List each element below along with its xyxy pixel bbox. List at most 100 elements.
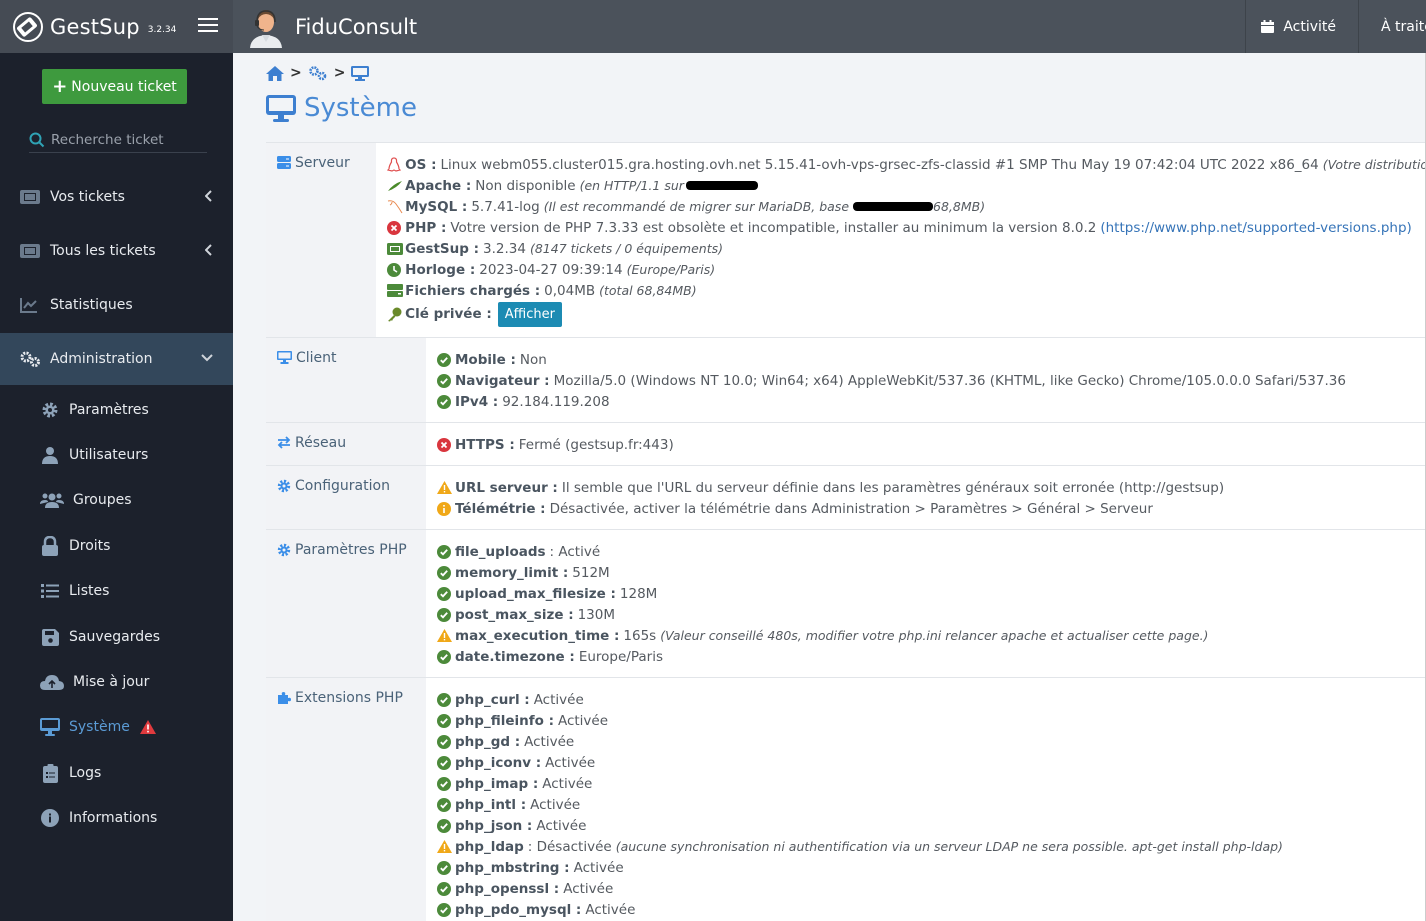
sidebar-item-informations[interactable]: Informations (0, 796, 233, 840)
status-key: Télémétrie : (455, 500, 546, 517)
system-info-panel: Serveur OS : Linux webm055.cluster015.gr… (266, 142, 1425, 921)
status-key: upload_max_filesize : (455, 585, 616, 602)
check-circle-icon (437, 544, 455, 559)
clock-icon (387, 262, 405, 277)
users-icon (40, 492, 64, 508)
status-line: php_pdo_mysql : Activée (437, 899, 1425, 920)
check-circle-icon (437, 373, 455, 388)
sidebar-item-parametres[interactable]: Paramètres (0, 388, 233, 432)
search-ticket (29, 127, 207, 153)
status-key: php_json : (455, 817, 533, 834)
breadcrumb: > > (266, 65, 370, 81)
check-circle-icon (437, 818, 455, 833)
status-value: Activée (545, 754, 596, 771)
status-value: Activée (563, 880, 614, 897)
search-icon (29, 132, 45, 147)
sidebar-item-utilisateurs[interactable]: Utilisateurs (0, 433, 233, 477)
activity-label: Activité (1283, 18, 1336, 35)
organization-name: FiduConsult (295, 14, 418, 39)
check-circle-icon (437, 860, 455, 875)
sidebar-item-vos-tickets[interactable]: Vos tickets (0, 171, 233, 223)
status-key: php_gd : (455, 733, 521, 750)
sidebar-item-groupes[interactable]: Groupes (0, 478, 233, 522)
status-key: Navigateur : (455, 372, 550, 389)
php-supported-versions-link[interactable]: (https://www.php.net/supported-versions.… (1100, 220, 1411, 236)
menu-toggle-button[interactable] (198, 14, 218, 34)
lock-icon (40, 536, 60, 556)
breadcrumb-separator: > (333, 65, 346, 81)
section-configuration: Configuration URL serveur : Il semble que… (266, 466, 1425, 530)
status-line: php_intl : Activée (437, 794, 1425, 815)
plus-icon: + (52, 76, 68, 97)
status-note: (aucune synchronisation ni authentificat… (615, 839, 1283, 854)
status-value: Fermé (gestsup.fr:443) (518, 436, 674, 453)
sidebar-item-administration[interactable]: Administration (0, 333, 233, 385)
status-line: max_execution_time :165s (Valeur conseill… (437, 625, 1425, 646)
home-icon[interactable] (266, 65, 284, 81)
search-ticket-input[interactable] (51, 131, 201, 148)
check-circle-icon (437, 713, 455, 728)
user-icon (40, 446, 60, 464)
check-circle-icon (437, 881, 455, 896)
chart-line-icon (20, 297, 42, 313)
ticket-icon (387, 242, 405, 255)
status-key: post_max_size : (455, 606, 574, 623)
sidebar-item-droits[interactable]: Droits (0, 524, 233, 568)
check-circle-icon (437, 649, 455, 664)
check-circle-icon (437, 692, 455, 707)
sidebar-item-tous-les-tickets[interactable]: Tous les tickets (0, 225, 233, 277)
check-circle-icon (437, 755, 455, 770)
status-line: URL serveur : Il semble que l'URL du serv… (437, 477, 1425, 498)
show-private-key-button[interactable]: Afficher (497, 301, 562, 327)
status-key: php_mbstring : (455, 859, 570, 876)
warning-icon (437, 629, 455, 642)
status-line: upload_max_filesize :128M (437, 583, 1425, 604)
status-value: Europe/Paris (578, 648, 663, 665)
error-circle-icon (437, 437, 455, 452)
warning-icon (139, 720, 156, 734)
status-value: Activée (536, 817, 587, 834)
section-label: Extensions PHP (295, 690, 403, 706)
status-key: HTTPS : (455, 436, 515, 453)
sidebar-item-systeme[interactable]: Système (0, 705, 233, 749)
status-value: Activée (533, 691, 584, 708)
status-value: Activée (557, 712, 609, 729)
sidebar-item-statistiques[interactable]: Statistiques (0, 279, 233, 331)
status-key: php_fileinfo : (455, 712, 554, 729)
status-line: php_fileinfo : Activée (437, 710, 1425, 731)
status-key: php_curl : (455, 691, 530, 708)
sidebar-item-listes[interactable]: Listes (0, 569, 233, 613)
to-process-label: À traiter (1381, 18, 1426, 35)
status-value: 165s (623, 627, 657, 644)
chevron-left-icon (205, 244, 212, 256)
sidebar-item-mise-a-jour[interactable]: Mise à jour (0, 660, 233, 704)
avatar[interactable] (247, 6, 285, 48)
top-bar: GestSup 3.2.34 FiduConsult Activité À tr… (0, 0, 1426, 53)
desktop-icon[interactable] (351, 65, 370, 81)
os-line: OS : Linux webm055.cluster015.gra.hostin… (387, 154, 1425, 175)
info-circle-icon (437, 501, 455, 516)
status-key: php_imap : (455, 775, 539, 792)
activity-button[interactable]: Activité (1245, 0, 1358, 53)
cogs-icon[interactable] (308, 65, 328, 81)
gear-icon (40, 401, 60, 419)
key-icon (387, 307, 405, 322)
new-ticket-button[interactable]: + Nouveau ticket (42, 69, 187, 104)
check-circle-icon (437, 586, 455, 601)
status-key: IPv4 : (455, 393, 499, 410)
status-key: max_execution_time : (455, 627, 620, 644)
check-circle-icon (437, 565, 455, 580)
status-line: Télémétrie : Désactivée, activer la télém… (437, 498, 1425, 519)
cle-privee-line: Clé privée : Afficher (387, 301, 1425, 327)
php-line: PHP : Votre version de PHP 7.3.33 est ob… (387, 217, 1425, 238)
gear-icon (277, 543, 291, 557)
sidebar-item-logs[interactable]: Logs (0, 751, 233, 795)
sidebar-item-sauvegardes[interactable]: Sauvegardes (0, 615, 233, 659)
status-value: : Désactivée (527, 838, 612, 855)
linux-icon (387, 157, 405, 172)
apache-line: Apache : Non disponible (en HTTP/1.1 sur (387, 175, 1425, 196)
to-process-button[interactable]: À traiter (1358, 0, 1426, 53)
status-line: memory_limit :512M (437, 562, 1425, 583)
status-value: Mozilla/5.0 (Windows NT 10.0; Win64; x64… (553, 372, 1346, 389)
status-line: Mobile : Non (437, 349, 1425, 370)
